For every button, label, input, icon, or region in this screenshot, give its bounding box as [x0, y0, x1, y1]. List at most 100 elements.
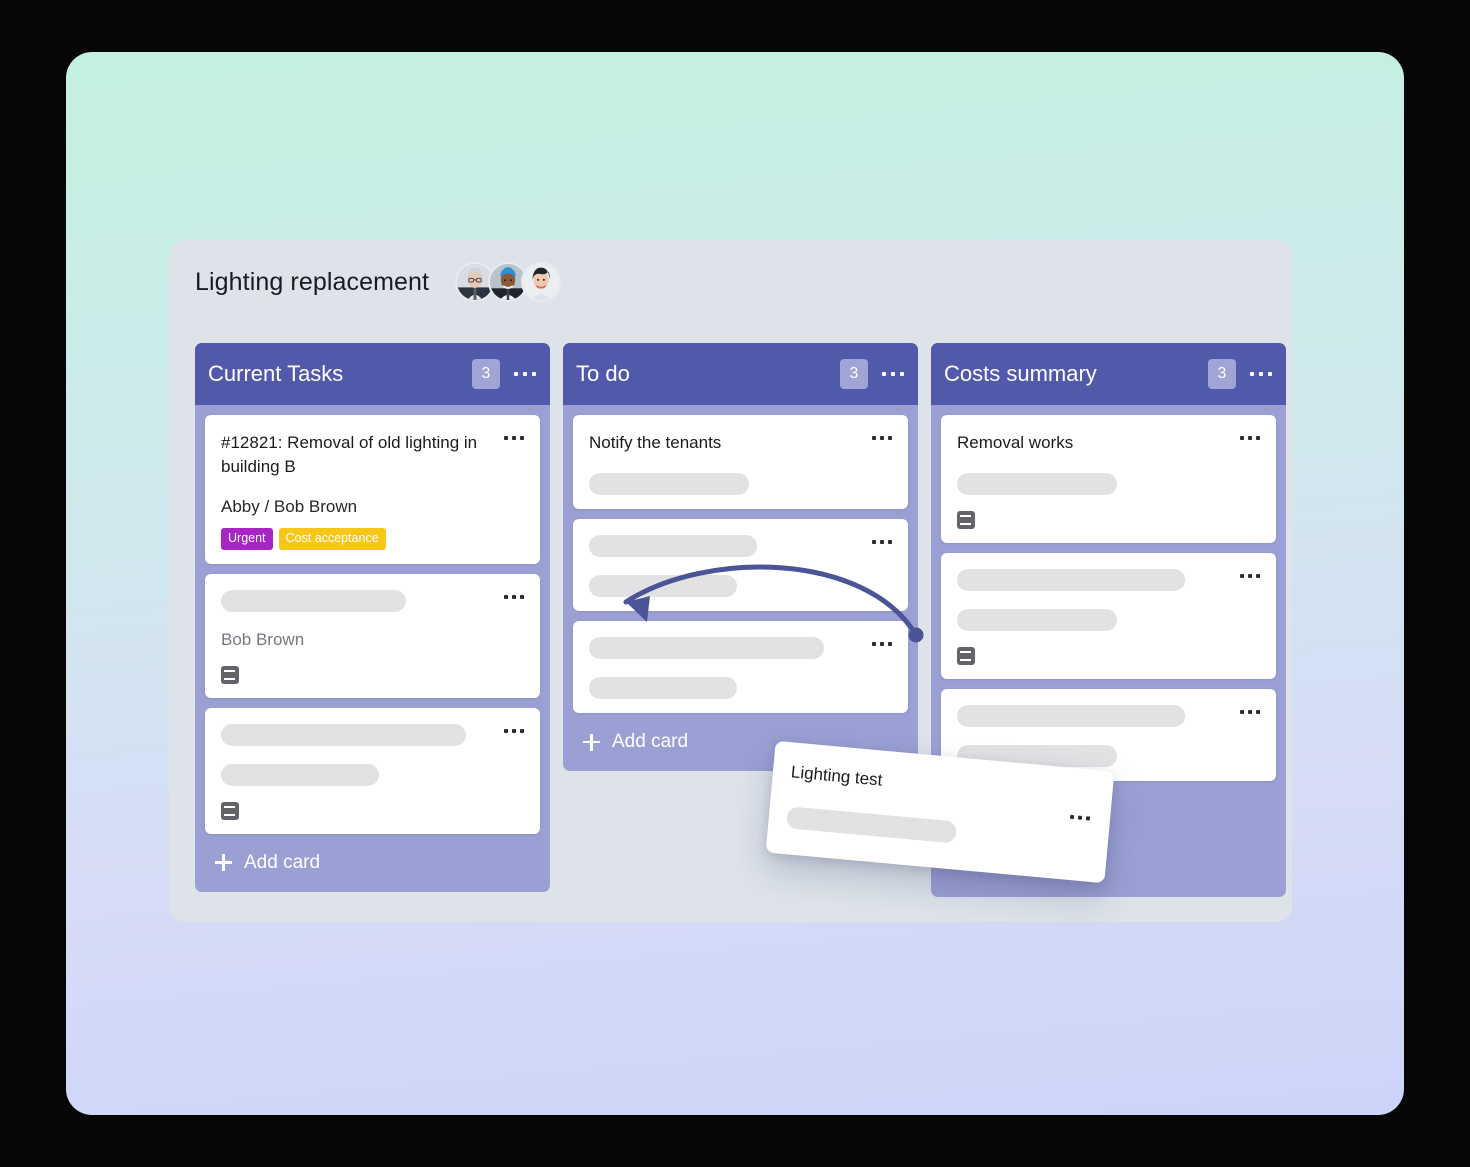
ellipsis-dot [512, 594, 516, 599]
card-title: Notify the tenants [589, 433, 722, 452]
column-title: Costs summary [944, 361, 1097, 386]
card-skeleton-line [589, 637, 824, 659]
ellipsis-dot [1077, 815, 1083, 820]
description-icon [957, 647, 975, 665]
board-card[interactable] [573, 519, 908, 611]
card-menu-icon[interactable] [1240, 573, 1260, 579]
card-skeleton-line [589, 677, 737, 699]
card-menu-icon[interactable] [1240, 709, 1260, 715]
ellipsis-dot [1240, 710, 1244, 714]
card-tag[interactable]: Cost acceptance [278, 528, 386, 550]
card-skeleton-line [785, 806, 958, 844]
card-assignee: Bob Brown [221, 629, 305, 649]
board-card[interactable] [941, 553, 1276, 679]
ellipsis-dot [872, 436, 876, 440]
card-menu-icon[interactable] [872, 641, 892, 647]
column-card-list: Removal works [931, 405, 1286, 781]
card-title: #12821: Removal of old lighting in build… [221, 433, 478, 476]
ellipsis-dot [1259, 372, 1263, 376]
plus-icon [583, 733, 600, 751]
dragged-card-title: Lighting test [790, 762, 884, 790]
column-header: Costs summary 3 [931, 343, 1286, 405]
card-skeleton-line [221, 589, 406, 612]
ellipsis-icon[interactable] [1069, 814, 1091, 822]
ellipsis-dot [1256, 436, 1260, 440]
description-icon [221, 665, 239, 684]
add-card-label: Add card [612, 731, 689, 752]
ellipsis-dot [512, 436, 516, 440]
column-title: Current Tasks [208, 361, 344, 386]
ellipsis-dot [1248, 574, 1252, 578]
ellipsis-dot [523, 372, 527, 376]
ellipsis-dot [520, 728, 524, 733]
column-card-list: #12821: Removal of old lighting in build… [195, 405, 550, 834]
ellipsis-dot [1256, 574, 1260, 578]
ellipsis-dot [520, 594, 524, 599]
ellipsis-dot [1256, 710, 1260, 714]
ellipsis-dot [1248, 710, 1252, 714]
column-card-count: 3 [1208, 359, 1236, 389]
card-skeleton-line [957, 705, 1185, 727]
board-card[interactable]: Removal works [941, 415, 1276, 543]
card-skeleton-line [589, 535, 757, 557]
column-menu-icon[interactable] [882, 371, 904, 377]
board-card[interactable]: Bob Brown [205, 573, 540, 698]
board-card[interactable]: Notify the tenants [573, 415, 908, 509]
card-skeleton-line [221, 723, 466, 746]
ellipsis-dot [880, 642, 884, 646]
card-menu-icon[interactable] [872, 435, 892, 441]
board-header: Lighting replacement [195, 262, 562, 302]
card-assignee: Abby / Bob Brown [221, 497, 358, 516]
card-skeleton-line [957, 609, 1117, 631]
add-card-button[interactable]: Add card [195, 834, 550, 892]
column-header: Current Tasks 3 [195, 343, 550, 405]
ellipsis-dot [1085, 816, 1091, 821]
card-menu-icon[interactable] [872, 539, 892, 545]
board-title: Lighting replacement [195, 267, 430, 296]
card-menu-icon[interactable] [504, 728, 524, 734]
member-avatar-group [455, 262, 562, 302]
ellipsis-dot [1248, 436, 1252, 440]
card-menu-icon[interactable] [504, 594, 524, 600]
board-card[interactable] [573, 621, 908, 713]
ellipsis-dot [512, 728, 516, 733]
ellipsis-dot [882, 372, 886, 376]
board-card[interactable]: #12821: Removal of old lighting in build… [205, 415, 540, 564]
card-skeleton-line [221, 763, 379, 786]
plus-icon [215, 854, 232, 871]
card-skeleton-line [957, 473, 1117, 495]
ellipsis-dot [880, 540, 884, 544]
ellipsis-dot [1268, 372, 1272, 376]
ellipsis-dot [1240, 574, 1244, 578]
board-panel: Lighting replacement Current Tasks 3 #12… [169, 240, 1292, 922]
ellipsis-dot [888, 642, 892, 646]
ellipsis-dot [880, 436, 884, 440]
column-title: To do [576, 361, 630, 386]
member-avatar-3[interactable] [521, 262, 562, 302]
ellipsis-dot [900, 372, 904, 376]
ellipsis-dot [504, 436, 508, 440]
board-column: To do 3 Notify the tenants Add card [563, 343, 918, 771]
description-icon [221, 801, 239, 820]
ellipsis-dot [514, 372, 518, 376]
ellipsis-dot [872, 642, 876, 646]
board-columns: Current Tasks 3 #12821: Removal of old lig… [195, 343, 1286, 897]
board-card[interactable] [205, 707, 540, 834]
card-menu-icon[interactable] [1240, 435, 1260, 441]
ellipsis-dot [1240, 436, 1244, 440]
ellipsis-dot [520, 436, 524, 440]
ellipsis-dot [888, 540, 892, 544]
column-card-count: 3 [840, 359, 868, 389]
card-menu-icon[interactable] [504, 435, 524, 441]
board-column: Current Tasks 3 #12821: Removal of old lig… [195, 343, 550, 892]
device-frame: Lighting replacement Current Tasks 3 #12… [0, 0, 1470, 1167]
column-menu-icon[interactable] [514, 371, 536, 377]
card-skeleton-line [589, 575, 737, 597]
ellipsis-dot [888, 436, 892, 440]
description-icon [957, 511, 975, 529]
column-menu-icon[interactable] [1250, 371, 1272, 377]
column-card-count: 3 [472, 359, 500, 389]
card-tag[interactable]: Urgent [221, 528, 273, 550]
ellipsis-dot [504, 594, 508, 599]
column-card-list: Notify the tenants [563, 405, 918, 713]
